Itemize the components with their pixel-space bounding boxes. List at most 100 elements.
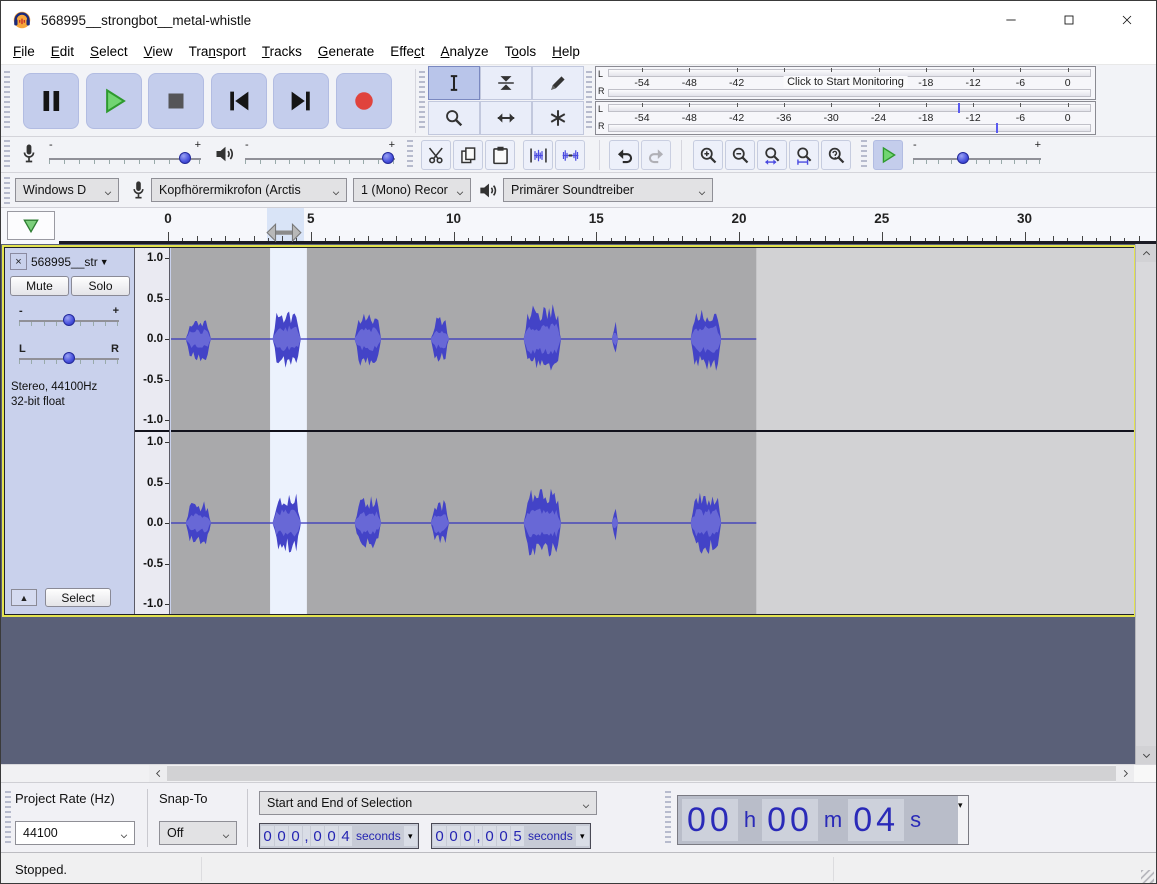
stop-button[interactable]	[148, 73, 204, 129]
resize-grip-icon[interactable]	[1141, 870, 1154, 883]
recording-meter[interactable]: LR-54-48-42-18-12-60Click to Start Monit…	[595, 66, 1096, 100]
redo-button[interactable]	[641, 140, 671, 170]
skip-to-end-button[interactable]	[273, 73, 329, 129]
slider-thumb[interactable]	[63, 352, 75, 364]
menu-help[interactable]: Help	[544, 40, 588, 63]
draw-tool-button[interactable]	[532, 66, 584, 100]
multi-tool-button[interactable]	[532, 101, 584, 135]
envelope-tool-button[interactable]	[480, 66, 532, 100]
project-rate-select[interactable]: 44100	[15, 821, 135, 845]
selection-mode-select[interactable]: Start and End of Selection	[259, 791, 597, 815]
scroll-right-button[interactable]	[1116, 765, 1134, 782]
hscroll-thumb[interactable]	[167, 766, 1116, 781]
scroll-left-button[interactable]	[149, 765, 167, 782]
time-digit[interactable]: 0	[433, 826, 446, 846]
waveform-area[interactable]	[171, 248, 1133, 614]
selection-tool-button[interactable]	[428, 66, 480, 100]
toolbar-grip[interactable]	[407, 140, 413, 170]
skip-to-start-button[interactable]	[211, 73, 267, 129]
close-button[interactable]	[1098, 1, 1156, 39]
menu-analyze[interactable]: Analyze	[433, 40, 497, 63]
play-speed-slider[interactable]: -+	[913, 140, 1041, 170]
selection-end-field[interactable]: 000,005seconds▾	[431, 823, 591, 849]
horizontal-scrollbar[interactable]	[1, 764, 1156, 782]
toolbar-grip[interactable]	[419, 71, 425, 131]
slider-thumb[interactable]	[957, 152, 969, 164]
menu-generate[interactable]: Generate	[310, 40, 382, 63]
menu-tracks[interactable]: Tracks	[254, 40, 310, 63]
vertical-scrollbar[interactable]	[1135, 244, 1156, 764]
track-pan-slider[interactable]: LR	[19, 344, 119, 374]
toolbar-grip[interactable]	[4, 140, 10, 170]
time-digit[interactable]: ,	[303, 826, 310, 846]
recording-device-select[interactable]: Kopfhörermikrofon (Arctis	[151, 178, 347, 202]
menu-edit[interactable]: Edit	[43, 40, 82, 63]
waveform-channel-left[interactable]	[171, 248, 1134, 430]
toolbar-grip[interactable]	[5, 791, 11, 845]
time-format-dropdown[interactable]: ▾	[576, 826, 589, 846]
menu-transport[interactable]: Transport	[181, 40, 254, 63]
toolbar-grip[interactable]	[586, 71, 592, 131]
snap-to-select[interactable]: Off	[159, 821, 237, 845]
audio-host-select[interactable]: Windows D	[15, 178, 119, 202]
timeline-ruler[interactable]: 051015202530	[59, 208, 1156, 244]
time-digit[interactable]: 0	[497, 826, 510, 846]
toolbar-grip[interactable]	[4, 177, 10, 204]
maximize-button[interactable]	[1040, 1, 1098, 39]
undo-button[interactable]	[609, 140, 639, 170]
paste-button[interactable]	[485, 140, 515, 170]
time-digit[interactable]: 0	[461, 826, 474, 846]
time-digit[interactable]: 0	[325, 826, 338, 846]
menu-view[interactable]: View	[136, 40, 181, 63]
mute-button[interactable]: Mute	[10, 276, 69, 296]
minimize-button[interactable]	[982, 1, 1040, 39]
time-digit[interactable]: ,	[475, 826, 482, 846]
menu-select[interactable]: Select	[82, 40, 136, 63]
selection-start-field[interactable]: 000,004seconds▾	[259, 823, 419, 849]
fit-selection-button[interactable]	[757, 140, 787, 170]
track-select-button[interactable]: Select	[45, 588, 111, 607]
recording-volume-slider[interactable]: -+	[49, 140, 201, 170]
record-button[interactable]	[336, 73, 392, 129]
zoom-toggle-button[interactable]	[821, 140, 851, 170]
time-digit[interactable]: 0	[275, 826, 288, 846]
menu-tools[interactable]: Tools	[497, 40, 545, 63]
toolbar-grip[interactable]	[4, 71, 10, 131]
time-digit[interactable]: 4	[339, 826, 352, 846]
slider-thumb[interactable]	[382, 152, 394, 164]
time-format-dropdown[interactable]: ▾	[404, 826, 417, 846]
play-at-speed-button[interactable]	[873, 140, 903, 170]
time-digit[interactable]: 0	[261, 826, 274, 846]
cut-button[interactable]	[421, 140, 451, 170]
copy-button[interactable]	[453, 140, 483, 170]
slider-thumb[interactable]	[179, 152, 191, 164]
track-collapse-button[interactable]: ▲	[11, 589, 37, 606]
waveform-channel-right[interactable]	[171, 432, 1134, 614]
recording-channels-select[interactable]: 1 (Mono) Recor	[353, 178, 471, 202]
track-close-button[interactable]: ×	[10, 253, 27, 270]
menu-effect[interactable]: Effect	[382, 40, 432, 63]
slider-thumb[interactable]	[63, 314, 75, 326]
time-digit[interactable]: 0	[483, 826, 496, 846]
audio-position-display[interactable]: 00h00m04s▾	[677, 795, 969, 845]
track-gain-slider[interactable]: -+	[19, 306, 119, 336]
play-button[interactable]	[86, 73, 142, 129]
time-digit[interactable]: 0	[447, 826, 460, 846]
fit-project-button[interactable]	[789, 140, 819, 170]
zoom-tool-button[interactable]	[428, 101, 480, 135]
track-name-menu[interactable]: 568995__str▼	[31, 253, 131, 270]
scroll-down-button[interactable]	[1136, 746, 1156, 764]
playback-device-select[interactable]: Primärer Soundtreiber	[503, 178, 713, 202]
pause-button[interactable]	[23, 73, 79, 129]
toolbar-grip[interactable]	[861, 140, 867, 170]
menu-file[interactable]: File	[5, 40, 43, 63]
zoom-in-button[interactable]	[693, 140, 723, 170]
trim-audio-button[interactable]	[523, 140, 553, 170]
toolbar-grip[interactable]	[665, 791, 671, 845]
time-digit[interactable]: 5	[511, 826, 524, 846]
zoom-out-button[interactable]	[725, 140, 755, 170]
scroll-up-button[interactable]	[1136, 244, 1156, 262]
playback-volume-slider[interactable]: -+	[245, 140, 395, 170]
time-digit[interactable]: 0	[289, 826, 302, 846]
silence-audio-button[interactable]	[555, 140, 585, 170]
